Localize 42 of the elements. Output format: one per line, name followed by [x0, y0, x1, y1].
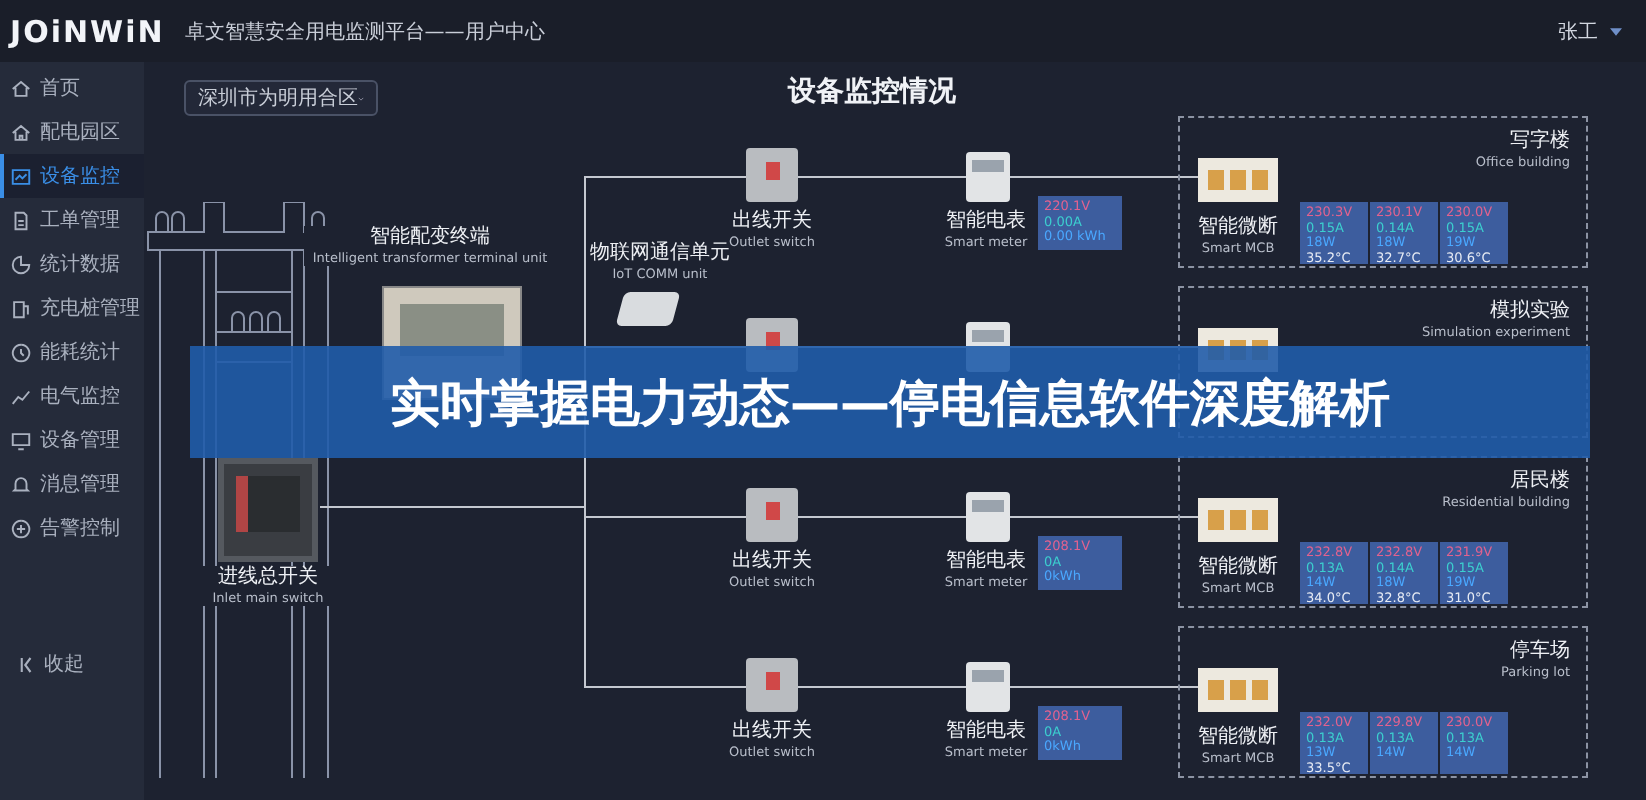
- breaker-drawing: [746, 148, 798, 202]
- caret-icon: [1610, 27, 1622, 36]
- collapse-button[interactable]: 收起: [0, 650, 144, 678]
- sidebar-item[interactable]: 能耗统计: [0, 330, 144, 374]
- sidebar-item[interactable]: 告警控制: [0, 506, 144, 550]
- menu-item-icon: [10, 165, 32, 187]
- sidebar-item[interactable]: 电气监控: [0, 374, 144, 418]
- logo: JOiNWiN: [10, 13, 165, 49]
- sidebar-item[interactable]: 充电桩管理: [0, 286, 144, 330]
- menu-item-icon: [10, 297, 32, 319]
- section-title: 设备监控情况: [788, 74, 956, 110]
- meter-drawing: [966, 492, 1010, 542]
- headline-banner: 实时掌握电力动态——停电信息软件深度解析: [190, 346, 1590, 458]
- menu-item-icon: [10, 473, 32, 495]
- menu-item-icon: [10, 341, 32, 363]
- sidebar-item[interactable]: 统计数据: [0, 242, 144, 286]
- mcb-drawing: [1198, 158, 1278, 202]
- sidebar-item[interactable]: 设备管理: [0, 418, 144, 462]
- mcb-drawing: [1198, 668, 1278, 712]
- collapse-icon: [20, 655, 34, 674]
- menu-item-icon: [10, 385, 32, 407]
- menu-item-icon: [10, 429, 32, 451]
- sidebar-item[interactable]: 设备监控: [0, 154, 144, 198]
- meter-drawing: [966, 152, 1010, 202]
- sidebar-item[interactable]: 配电园区: [0, 110, 144, 154]
- mcb-drawing: [1198, 498, 1278, 542]
- breaker-drawing: [746, 488, 798, 542]
- meter-drawing: [966, 662, 1010, 712]
- menu-item-icon: [10, 253, 32, 275]
- menu-item-icon: [10, 121, 32, 143]
- breaker-drawing: [746, 658, 798, 712]
- menu-item-icon: [10, 209, 32, 231]
- user-menu[interactable]: 张工: [1557, 17, 1622, 45]
- iot-module-drawing: [615, 292, 681, 326]
- site-select[interactable]: 深圳市为明用合区: [184, 80, 378, 116]
- sidebar-item[interactable]: 工单管理: [0, 198, 144, 242]
- menu-item-icon: [10, 77, 32, 99]
- sidebar-item[interactable]: 首页: [0, 66, 144, 110]
- platform-title: 卓文智慧安全用电监测平台——用户中心: [184, 19, 545, 45]
- sidebar-item[interactable]: 消息管理: [0, 462, 144, 506]
- main-switch-drawing: [218, 458, 318, 562]
- menu-item-icon: [10, 517, 32, 539]
